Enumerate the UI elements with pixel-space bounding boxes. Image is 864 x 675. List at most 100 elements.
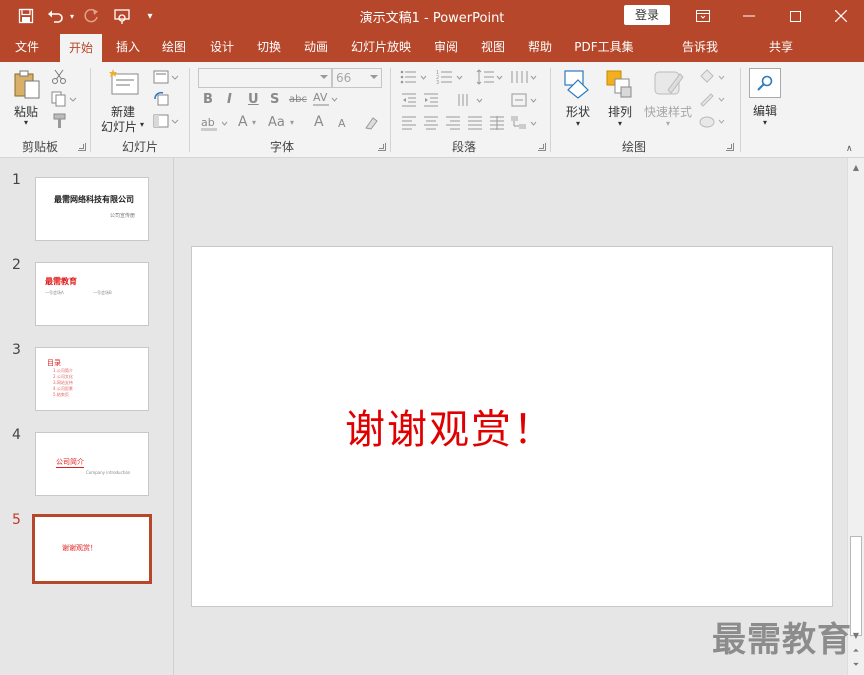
scroll-up-icon[interactable]: ▲ bbox=[848, 160, 864, 174]
text-direction-icon[interactable] bbox=[456, 91, 486, 109]
new-slide-dropdown-icon[interactable]: ▾ bbox=[140, 120, 144, 129]
numbering-icon[interactable]: 123 bbox=[436, 68, 466, 86]
arrange-label[interactable]: 排列 bbox=[608, 103, 632, 120]
format-painter-icon[interactable] bbox=[50, 112, 68, 130]
tab-design[interactable]: 设计 bbox=[202, 32, 242, 62]
paragraph-launcher-icon[interactable] bbox=[538, 143, 546, 151]
align-right-icon[interactable] bbox=[444, 114, 462, 132]
tab-transitions[interactable]: 切换 bbox=[249, 32, 289, 62]
slide-editor[interactable]: 谢谢观赏！ bbox=[175, 158, 847, 675]
new-slide-label-2[interactable]: 幻灯片 bbox=[101, 118, 137, 135]
reset-icon[interactable] bbox=[152, 90, 170, 108]
editing-dropdown-icon[interactable]: ▾ bbox=[763, 118, 767, 127]
layout-icon[interactable] bbox=[152, 68, 180, 86]
tab-animations[interactable]: 动画 bbox=[296, 32, 336, 62]
cut-icon[interactable] bbox=[50, 68, 68, 86]
smartart-icon[interactable] bbox=[510, 114, 540, 132]
new-slide-icon[interactable] bbox=[108, 68, 140, 98]
font-size-combobox[interactable]: 66 bbox=[332, 68, 382, 88]
thumb-title: 最需教育 bbox=[45, 276, 77, 286]
line-spacing-icon[interactable] bbox=[476, 68, 506, 86]
columns-icon[interactable] bbox=[510, 68, 540, 86]
slide-thumbnail-5[interactable]: 谢谢观赏！ bbox=[32, 514, 152, 584]
tab-insert[interactable]: 插入 bbox=[108, 32, 148, 62]
align-left-icon[interactable] bbox=[400, 114, 418, 132]
tab-slideshow[interactable]: 幻灯片放映 bbox=[346, 32, 416, 62]
font-color-dropdown-icon[interactable]: ▾ bbox=[252, 118, 256, 127]
shape-effects-icon[interactable] bbox=[698, 112, 728, 130]
arrange-dropdown-icon[interactable]: ▾ bbox=[618, 119, 622, 128]
shape-fill-icon[interactable] bbox=[698, 68, 728, 86]
underline-button[interactable]: U bbox=[248, 92, 259, 107]
slide-thumbnail-3[interactable]: 目录 1.公司简介 2.公司文化 3.网站支持 4.公司愿景 5.结束页 bbox=[35, 347, 149, 411]
ribbon-display-options-icon[interactable] bbox=[680, 0, 726, 32]
tab-file[interactable]: 文件 bbox=[6, 32, 48, 62]
copy-icon[interactable] bbox=[50, 90, 78, 108]
arrange-icon[interactable] bbox=[604, 68, 636, 100]
section-icon[interactable] bbox=[152, 112, 180, 130]
justify-icon[interactable] bbox=[466, 114, 484, 132]
tab-view[interactable]: 视图 bbox=[473, 32, 513, 62]
bold-button[interactable]: B bbox=[203, 92, 213, 107]
shapes-label[interactable]: 形状 bbox=[566, 103, 590, 120]
slide-thumbnail-1[interactable]: 最需网络科技有限公司 公司宣传册 bbox=[35, 177, 149, 241]
editing-label[interactable]: 编辑 bbox=[753, 102, 777, 119]
slide-thumbnail-2[interactable]: 最需教育 一号会场A 一号会场B bbox=[35, 262, 149, 326]
maximize-icon[interactable] bbox=[772, 0, 818, 32]
quick-styles-label[interactable]: 快速样式 bbox=[644, 103, 692, 120]
shadow-button[interactable]: S bbox=[270, 92, 279, 107]
shapes-icon[interactable] bbox=[562, 68, 594, 100]
quick-styles-dropdown-icon[interactable]: ▾ bbox=[666, 119, 670, 128]
shrink-font-button[interactable]: A bbox=[338, 117, 346, 130]
ribbon-home: 粘贴 ▾ 剪贴板 新建 幻灯片 ▾ 幻灯片 66 B I U S abc AV bbox=[0, 62, 864, 158]
grow-font-button[interactable]: A bbox=[314, 114, 324, 130]
login-button[interactable]: 登录 bbox=[624, 5, 670, 25]
increase-indent-icon[interactable] bbox=[422, 91, 440, 109]
align-text-icon[interactable] bbox=[510, 91, 540, 109]
slide-thumbnail-4[interactable]: 公司简介 Company introduction bbox=[35, 432, 149, 496]
font-name-dropdown-icon[interactable] bbox=[320, 75, 328, 79]
shapes-dropdown-icon[interactable]: ▾ bbox=[576, 119, 580, 128]
tab-review[interactable]: 审阅 bbox=[426, 32, 466, 62]
paste-icon[interactable] bbox=[12, 68, 42, 100]
change-case-dropdown-icon[interactable]: ▾ bbox=[290, 118, 294, 127]
thumb-text-left: 一号会场A bbox=[45, 290, 64, 295]
tab-help[interactable]: 帮助 bbox=[520, 32, 560, 62]
tell-me-search[interactable]: 告诉我 bbox=[676, 32, 724, 62]
font-color-button[interactable]: A bbox=[238, 114, 248, 130]
thumb-subtitle: Company introduction bbox=[86, 470, 131, 475]
shape-outline-icon[interactable] bbox=[698, 90, 728, 108]
slide-number: 3 bbox=[12, 342, 21, 358]
quick-styles-icon[interactable] bbox=[652, 68, 686, 100]
share-button[interactable]: 共享 bbox=[766, 32, 796, 62]
distributed-icon[interactable] bbox=[488, 114, 506, 132]
current-slide-canvas[interactable]: 谢谢观赏！ bbox=[191, 246, 833, 607]
vertical-scrollbar[interactable]: ▲ ▼ ⏶ ⏷ bbox=[847, 158, 864, 675]
drawing-launcher-icon[interactable] bbox=[726, 143, 734, 151]
bullets-icon[interactable] bbox=[400, 68, 430, 86]
font-launcher-icon[interactable] bbox=[378, 143, 386, 151]
change-case-button[interactable]: Aa bbox=[268, 115, 285, 130]
align-center-icon[interactable] bbox=[422, 114, 440, 132]
slide-text-box[interactable]: 谢谢观赏！ bbox=[345, 397, 555, 455]
thumb-text-right: 一号会场B bbox=[93, 290, 112, 295]
clipboard-launcher-icon[interactable] bbox=[78, 143, 86, 151]
tab-pdf-tools[interactable]: PDF工具集 bbox=[570, 32, 638, 62]
collapse-ribbon-icon[interactable]: ∧ bbox=[846, 144, 853, 154]
font-size-dropdown-icon[interactable] bbox=[370, 75, 378, 79]
minimize-icon[interactable] bbox=[726, 0, 772, 32]
thumb-list: 1.公司简介 2.公司文化 3.网站支持 4.公司愿景 5.结束页 bbox=[53, 368, 73, 398]
character-spacing-icon[interactable]: AV bbox=[311, 90, 339, 108]
close-icon[interactable] bbox=[818, 0, 864, 32]
strikethrough-button[interactable]: abc bbox=[289, 94, 307, 105]
decrease-indent-icon[interactable] bbox=[400, 91, 418, 109]
tab-home[interactable]: 开始 bbox=[60, 34, 102, 62]
slide-thumbnail-panel[interactable]: 1 最需网络科技有限公司 公司宣传册 2 最需教育 一号会场A 一号会场B 3 … bbox=[0, 158, 174, 675]
paste-dropdown-icon[interactable]: ▾ bbox=[24, 118, 28, 127]
clear-formatting-icon[interactable] bbox=[362, 114, 380, 132]
italic-button[interactable]: I bbox=[227, 92, 232, 107]
font-name-combobox[interactable] bbox=[198, 68, 332, 88]
find-icon[interactable] bbox=[749, 68, 781, 98]
text-highlight-icon[interactable]: ab bbox=[200, 114, 230, 132]
tab-draw[interactable]: 绘图 bbox=[154, 32, 194, 62]
